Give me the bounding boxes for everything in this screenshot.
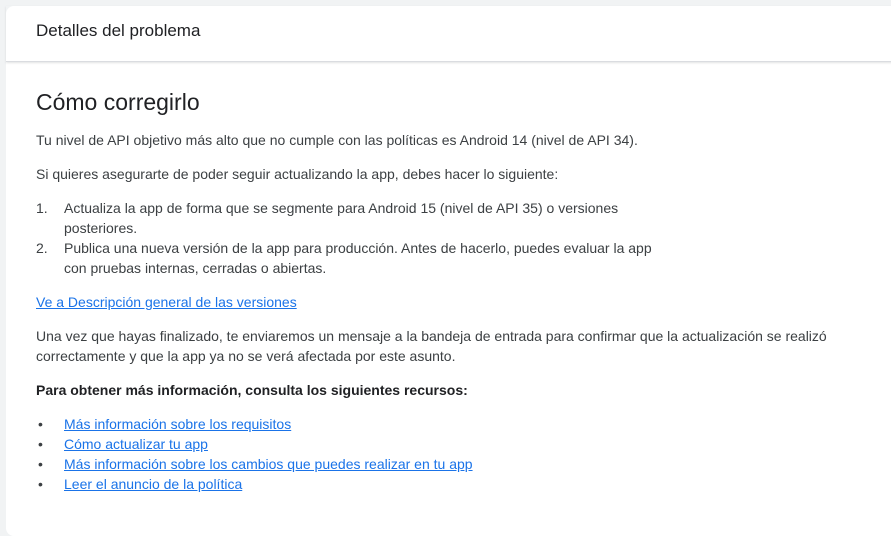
bullet-icon: • (38, 416, 43, 432)
resource-item: • Leer el anuncio de la política (36, 474, 876, 494)
step-number: 2. (36, 240, 48, 256)
bullet-icon: • (38, 456, 43, 472)
step-item: 1. Actualiza la app de forma que se segm… (36, 198, 676, 238)
more-info-label: Para obtener más información, consulta l… (36, 382, 468, 398)
instructions-intro: Si quieres asegurarte de poder seguir ac… (36, 166, 559, 182)
target-api-paragraph: Tu nivel de API objetivo más alto que no… (36, 132, 638, 148)
update-app-link[interactable]: Cómo actualizar tu app (64, 436, 208, 452)
policy-announcement-link[interactable]: Leer el anuncio de la política (64, 476, 242, 492)
resource-item: • Más información sobre los requisitos (36, 414, 876, 434)
resource-item: • Cómo actualizar tu app (36, 434, 876, 454)
section-heading: Cómo corregirlo (36, 89, 200, 115)
steps-list: 1. Actualiza la app de forma que se segm… (36, 198, 676, 278)
panel-header: Detalles del problema (6, 6, 891, 62)
release-overview-link[interactable]: Ve a Descripción general de las versione… (36, 294, 297, 310)
requirements-link[interactable]: Más información sobre los requisitos (64, 416, 291, 432)
step-text: Publica una nueva versión de la app para… (64, 240, 652, 276)
bullet-icon: • (38, 436, 43, 452)
step-text: Actualiza la app de forma que se segment… (64, 200, 619, 236)
resources-list: • Más información sobre los requisitos •… (36, 414, 876, 494)
step-item: 2. Publica una nueva versión de la app p… (36, 238, 676, 278)
resource-item: • Más información sobre los cambios que … (36, 454, 876, 474)
how-to-fix-section: Cómo corregirlo Tu nivel de API objetivo… (36, 88, 876, 494)
issue-details-panel: Detalles del problema Cómo corregirlo Tu… (6, 6, 891, 536)
overview-link-row: Ve a Descripción general de las versione… (36, 292, 876, 312)
confirmation-paragraph: Una vez que hayas finalizado, te enviare… (36, 328, 827, 364)
step-number: 1. (36, 200, 48, 216)
bullet-icon: • (38, 476, 43, 492)
panel-title: Detalles del problema (36, 21, 201, 40)
app-changes-link[interactable]: Más información sobre los cambios que pu… (64, 456, 473, 472)
